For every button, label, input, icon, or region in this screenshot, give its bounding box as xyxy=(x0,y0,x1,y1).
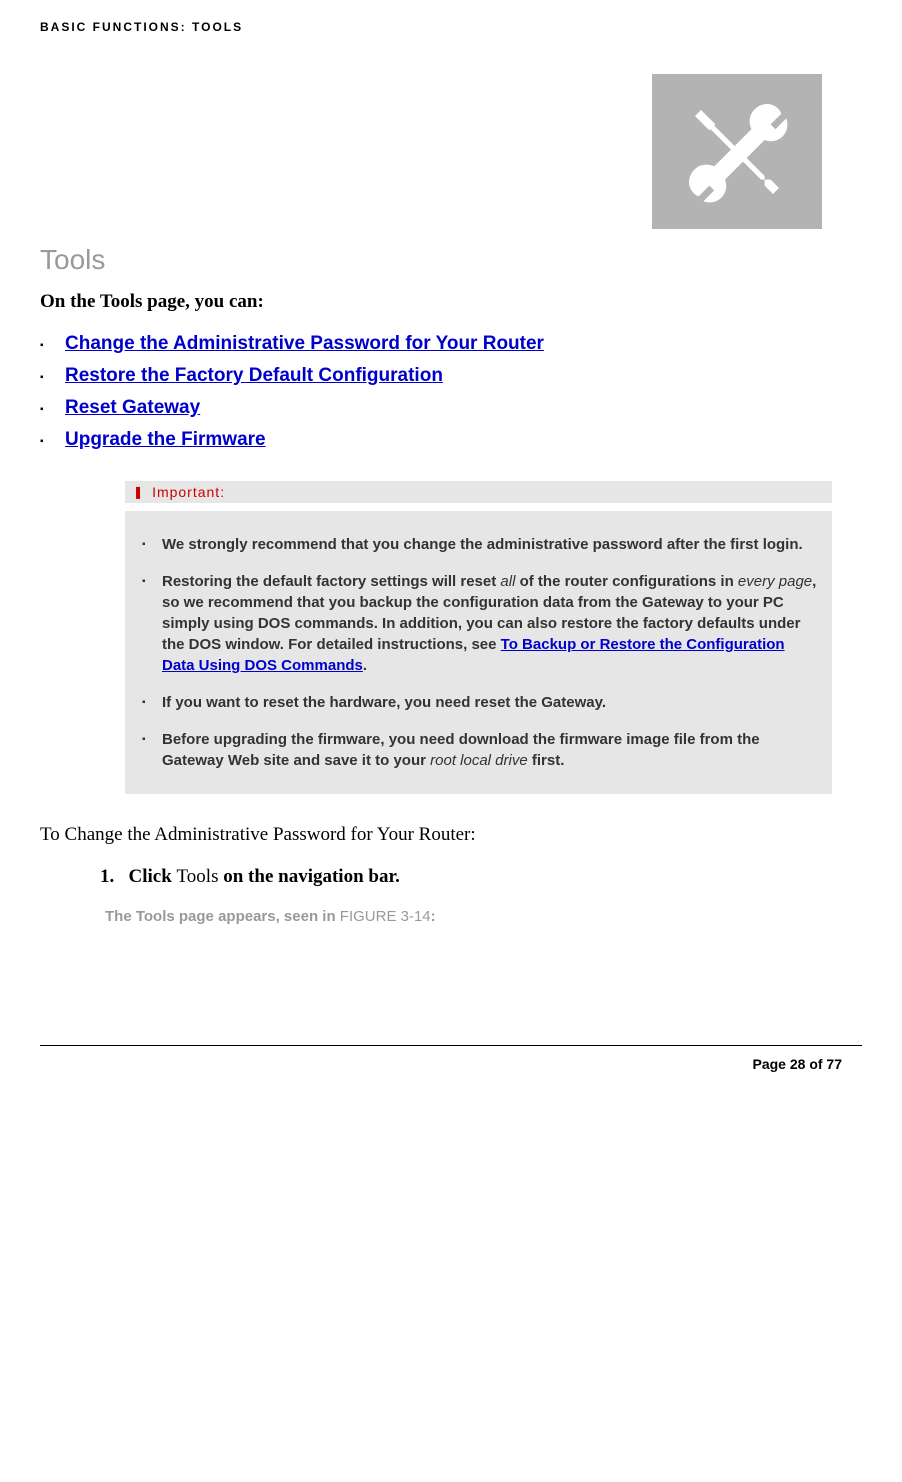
subsection-title: To Change the Administrative Password fo… xyxy=(40,824,862,846)
section-title: Tools xyxy=(40,244,862,276)
important-callout: Important: We strongly recommend that yo… xyxy=(125,481,832,794)
tools-icon-box xyxy=(652,74,822,229)
link-change-password[interactable]: Change the Administrative Password for Y… xyxy=(65,333,544,354)
text-fragment: Restoring the default factory settings w… xyxy=(162,573,500,590)
important-item-2: Restoring the default factory settings w… xyxy=(140,563,817,684)
page-number: Page 28 of 77 xyxy=(753,1056,843,1072)
text-fragment: . xyxy=(363,657,367,674)
hammer-wrench-icon xyxy=(677,92,797,212)
text-italic: root local drive xyxy=(430,752,528,769)
important-label: Important: xyxy=(152,484,225,500)
step-number: 1. xyxy=(100,866,114,887)
text-fragment: of the router configurations in xyxy=(515,573,738,590)
text-fragment: first. xyxy=(528,752,565,769)
step-result-text: The Tools page appears, seen in FIGURE 3… xyxy=(105,908,862,925)
text-bold: on the navigation bar. xyxy=(218,866,399,887)
link-upgrade-firmware[interactable]: Upgrade the Firmware xyxy=(65,429,266,450)
important-list: We strongly recommend that you change th… xyxy=(140,526,817,779)
link-item-reset-gateway: Reset Gateway xyxy=(40,392,862,424)
text-normal: Tools xyxy=(177,866,219,887)
intro-text: On the Tools page, you can: xyxy=(40,291,862,313)
link-item-upgrade-firmware: Upgrade the Firmware xyxy=(40,424,862,456)
important-body: We strongly recommend that you change th… xyxy=(125,511,832,794)
link-restore-factory[interactable]: Restore the Factory Default Configuratio… xyxy=(65,365,443,386)
important-item-4: Before upgrading the firmware, you need … xyxy=(140,721,817,779)
link-item-restore-factory: Restore the Factory Default Configuratio… xyxy=(40,360,862,392)
figure-reference: FIGURE 3-14 xyxy=(340,908,431,925)
step-1: 1. Click Tools on the navigation bar. xyxy=(100,866,862,888)
text-bold: Click xyxy=(129,866,177,887)
text-fragment: : xyxy=(431,908,436,925)
main-links-list: Change the Administrative Password for Y… xyxy=(40,328,862,456)
text-italic: every page xyxy=(738,573,812,590)
link-item-change-password: Change the Administrative Password for Y… xyxy=(40,328,862,360)
text-fragment: The Tools page appears, seen in xyxy=(105,908,340,925)
page-footer: Page 28 of 77 xyxy=(40,1045,862,1072)
page-header-breadcrumb: BASIC FUNCTIONS: TOOLS xyxy=(40,20,862,34)
link-reset-gateway[interactable]: Reset Gateway xyxy=(65,397,200,418)
text-italic: all xyxy=(500,573,515,590)
important-item-3: If you want to reset the hardware, you n… xyxy=(140,684,817,721)
important-header: Important: xyxy=(125,481,832,503)
important-item-1: We strongly recommend that you change th… xyxy=(140,526,817,563)
